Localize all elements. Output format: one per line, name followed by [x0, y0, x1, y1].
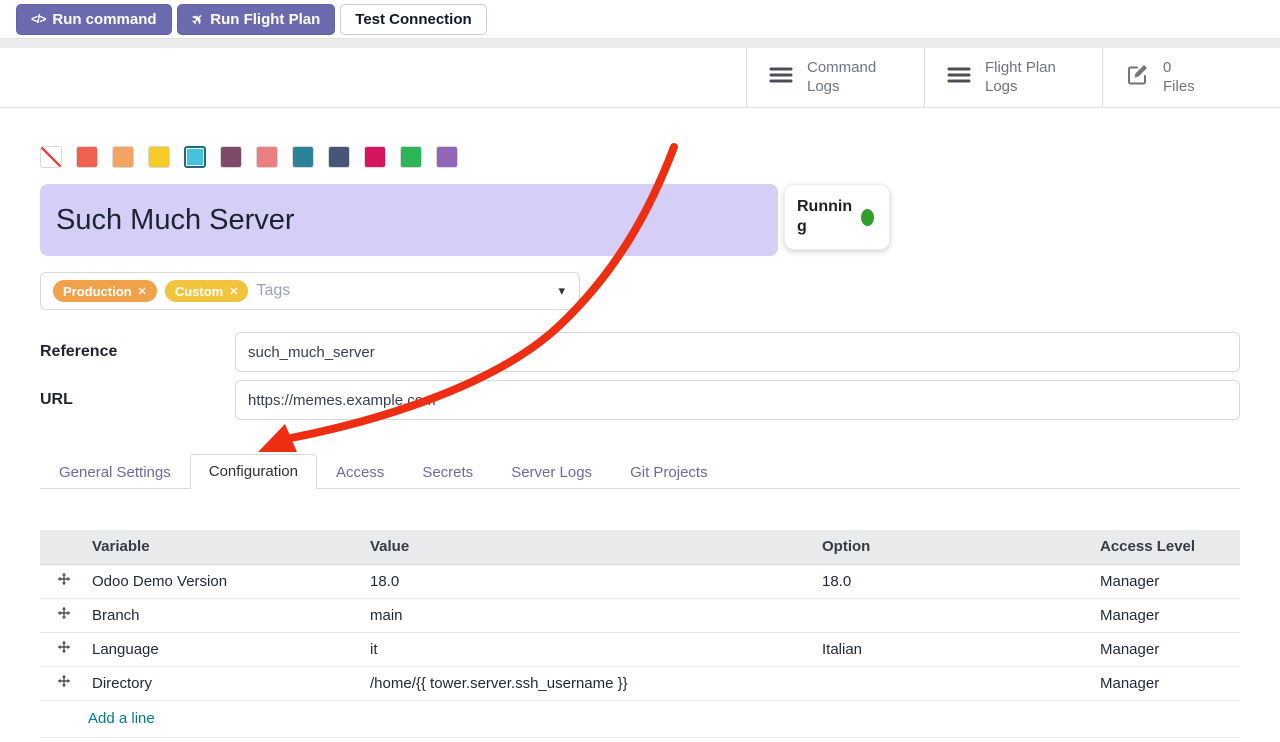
drag-handle-icon[interactable] [40, 564, 90, 598]
cell-value[interactable]: 18.0 [368, 564, 820, 598]
color-swatch-orange[interactable] [112, 146, 134, 168]
variables-table: Variable Value Option Access Level Odoo … [40, 530, 1240, 701]
drag-handle-icon[interactable] [40, 632, 90, 666]
cell-access[interactable]: Manager [1098, 666, 1240, 700]
color-swatch-yellow[interactable] [148, 146, 170, 168]
handle-column-header [40, 530, 90, 564]
tags-placeholder: Tags [256, 282, 290, 300]
url-field-row: URL [40, 380, 1240, 420]
cell-value[interactable]: /home/{{ tower.server.ssh_username }} [368, 666, 820, 700]
tab-configuration[interactable]: Configuration [190, 454, 317, 489]
add-a-line-link[interactable]: Add a line [88, 710, 155, 727]
cell-option[interactable]: Italian [820, 632, 1098, 666]
flight-plan-logs-label: Flight Plan Logs [985, 59, 1056, 97]
form-sheet: Running Production ✕ Custom ✕ Tags ▾ Ref… [0, 146, 1280, 738]
color-swatch-raspberry[interactable] [364, 146, 386, 168]
url-label: URL [40, 391, 235, 409]
cell-access[interactable]: Manager [1098, 564, 1240, 598]
column-header-variable: Variable [90, 530, 368, 564]
drag-handle-icon[interactable] [40, 666, 90, 700]
list-icon [769, 66, 793, 89]
table-row: Branch main Manager [40, 598, 1240, 632]
tab-git-projects[interactable]: Git Projects [611, 455, 727, 489]
files-button[interactable]: 0 Files [1102, 48, 1280, 107]
table-row: Odoo Demo Version 18.0 18.0 Manager [40, 564, 1240, 598]
tab-server-logs[interactable]: Server Logs [492, 455, 611, 489]
flight-plan-logs-button[interactable]: Flight Plan Logs [924, 48, 1102, 107]
status-green-dot [861, 209, 874, 226]
tag-production-label: Production [63, 284, 132, 299]
files-label: 0 Files [1163, 59, 1195, 97]
cell-variable[interactable]: Odoo Demo Version [90, 564, 368, 598]
column-header-value: Value [368, 530, 820, 564]
add-line-row: Add a line [40, 701, 1240, 738]
run-flight-plan-label: Run Flight Plan [210, 11, 320, 28]
plane-icon: ✈ [187, 9, 207, 29]
command-logs-button[interactable]: Command Logs [746, 48, 924, 107]
table-header-row: Variable Value Option Access Level [40, 530, 1240, 564]
tags-dropdown-caret-icon[interactable]: ▾ [558, 283, 565, 299]
cell-access[interactable]: Manager [1098, 598, 1240, 632]
toolbar-divider-band [0, 38, 1280, 48]
reference-input[interactable] [235, 332, 1240, 372]
cell-option[interactable] [820, 666, 1098, 700]
cell-option[interactable]: 18.0 [820, 564, 1098, 598]
run-command-button[interactable]: </> Run command [16, 4, 172, 35]
code-icon: </> [31, 12, 45, 26]
drag-handle-icon[interactable] [40, 598, 90, 632]
reference-label: Reference [40, 343, 235, 361]
tab-general-settings[interactable]: General Settings [40, 455, 190, 489]
cell-access[interactable]: Manager [1098, 632, 1240, 666]
table-row: Directory /home/{{ tower.server.ssh_user… [40, 666, 1240, 700]
list-icon [947, 66, 971, 89]
color-swatch-blue[interactable] [328, 146, 350, 168]
tags-field[interactable]: Production ✕ Custom ✕ Tags ▾ [40, 272, 580, 310]
status-card[interactable]: Running [784, 184, 890, 250]
test-connection-label: Test Connection [355, 11, 471, 28]
top-toolbar: </> Run command ✈ Run Flight Plan Test C… [0, 0, 1280, 38]
cell-variable[interactable]: Branch [90, 598, 368, 632]
reference-field-row: Reference [40, 332, 1240, 372]
run-flight-plan-button[interactable]: ✈ Run Flight Plan [177, 4, 336, 35]
tag-production[interactable]: Production ✕ [53, 280, 157, 302]
color-swatch-no-color[interactable] [40, 146, 62, 168]
tag-remove-icon[interactable]: ✕ [229, 285, 238, 298]
command-logs-label: Command Logs [807, 59, 876, 97]
column-header-option: Option [820, 530, 1098, 564]
color-swatch-cyan-selected[interactable] [184, 146, 206, 168]
cell-option[interactable] [820, 598, 1098, 632]
tab-secrets[interactable]: Secrets [403, 455, 492, 489]
cell-value[interactable]: main [368, 598, 820, 632]
color-swatch-red[interactable] [76, 146, 98, 168]
test-connection-button[interactable]: Test Connection [340, 4, 486, 35]
color-swatch-violet[interactable] [436, 146, 458, 168]
server-name-input[interactable] [40, 184, 778, 256]
table-row: Language it Italian Manager [40, 632, 1240, 666]
form-header: Command Logs Flight Plan Logs 0 Files [0, 48, 1280, 108]
color-swatch-green[interactable] [400, 146, 422, 168]
cell-variable[interactable]: Directory [90, 666, 368, 700]
tab-access[interactable]: Access [317, 455, 403, 489]
status-label: Running [797, 197, 853, 237]
run-command-label: Run command [52, 11, 156, 28]
cell-variable[interactable]: Language [90, 632, 368, 666]
tag-custom-label: Custom [175, 284, 223, 299]
color-swatch-purple[interactable] [220, 146, 242, 168]
title-row: Running [40, 184, 1240, 256]
cell-value[interactable]: it [368, 632, 820, 666]
color-picker [40, 146, 1240, 168]
edit-pencil-icon [1125, 63, 1149, 92]
tag-custom[interactable]: Custom ✕ [165, 280, 249, 302]
color-swatch-teal[interactable] [292, 146, 314, 168]
tag-remove-icon[interactable]: ✕ [138, 285, 147, 298]
url-input[interactable] [235, 380, 1240, 420]
color-swatch-almond[interactable] [256, 146, 278, 168]
column-header-access-level: Access Level [1098, 530, 1240, 564]
notebook-tabs: General Settings Configuration Access Se… [40, 454, 1240, 489]
